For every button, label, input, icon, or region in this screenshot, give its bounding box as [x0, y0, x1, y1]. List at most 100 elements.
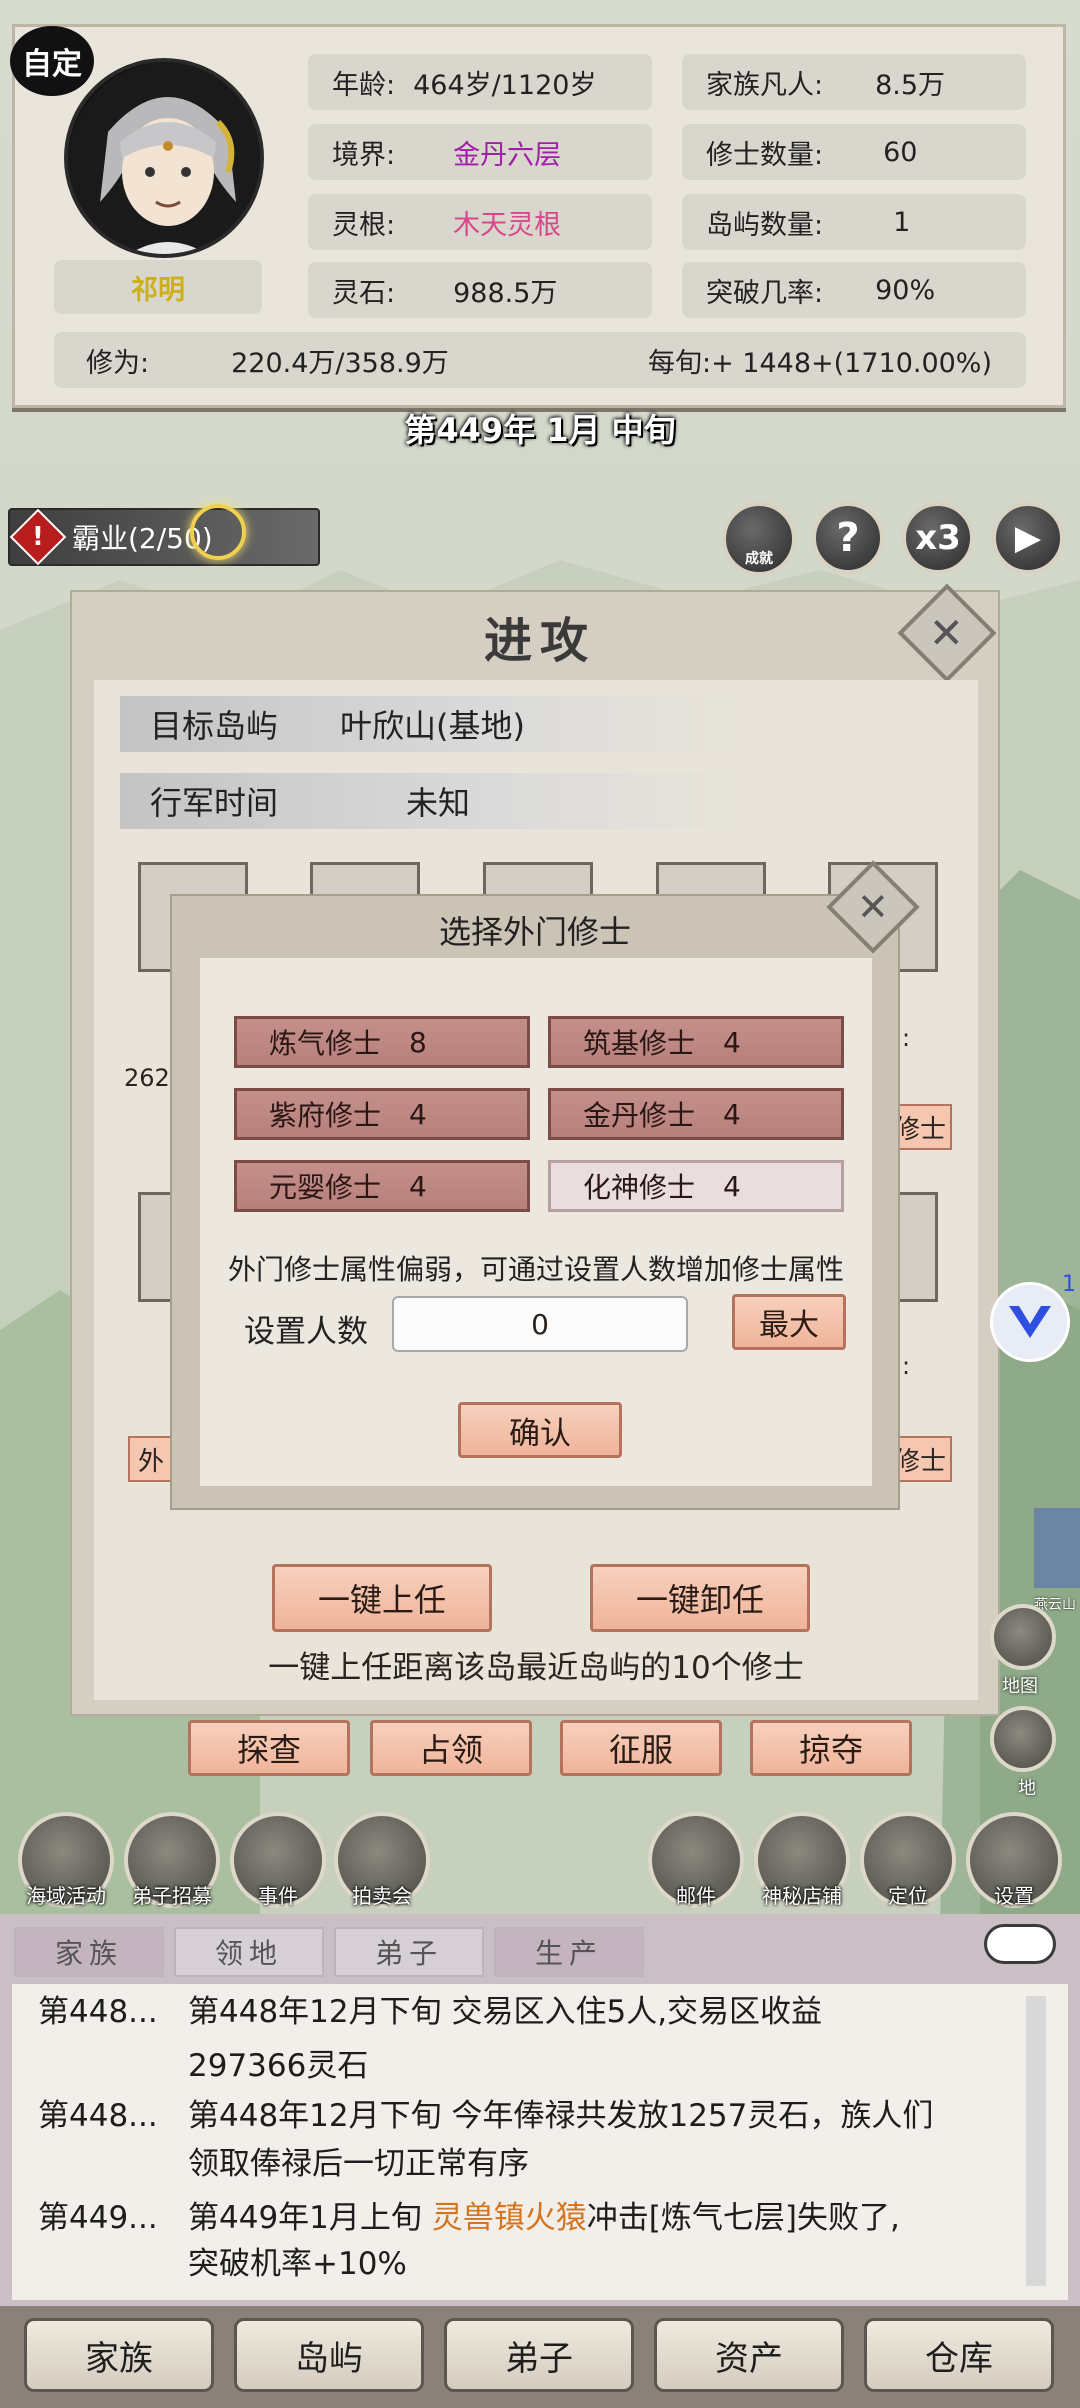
cultivator-zifu[interactable]: 紫府修士 4	[234, 1088, 530, 1140]
tab-production[interactable]: 生产	[494, 1927, 644, 1977]
cultivators-label: 修士数量:	[706, 139, 824, 171]
select-dialog-title: 选择外门修士	[438, 913, 631, 951]
root-cell: 灵根: 木天灵根	[308, 194, 652, 250]
v-logo-icon[interactable]	[990, 1282, 1070, 1362]
nav-islands[interactable]: 岛屿	[234, 2318, 424, 2392]
occupy-button[interactable]: 占领	[370, 1720, 532, 1776]
tab-family[interactable]: 家族	[14, 1927, 164, 1977]
assign-all-button[interactable]: 一键上任	[272, 1564, 492, 1632]
breakthrough-cell: 突破几率: 90%	[682, 262, 1026, 318]
avatar-portrait-icon	[68, 62, 260, 254]
stone-label: 灵石:	[332, 277, 396, 309]
realm-cell: 境界: 金丹六层	[308, 124, 652, 180]
cultivator-count: 4	[723, 1025, 741, 1059]
map-label: 地图	[1002, 1676, 1038, 1697]
pointer-hand-icon	[190, 504, 246, 560]
cultivator-golden-core[interactable]: 金丹修士 4	[548, 1088, 844, 1140]
log-text: 第448年12月下旬 今年俸禄共发放1257灵石，族人们	[188, 2098, 934, 2134]
log-scrollbar[interactable]	[1026, 1996, 1046, 2286]
dismiss-all-button[interactable]: 一键卸任	[590, 1564, 810, 1632]
max-button[interactable]: 最大	[732, 1294, 846, 1350]
cultivator-count: 4	[409, 1169, 427, 1203]
breakthrough-value: 90%	[875, 274, 936, 306]
achievement-button[interactable]: 成就	[722, 502, 796, 576]
log-date: 第449...	[38, 2200, 158, 2236]
march-value: 未知	[406, 784, 471, 822]
family-cell: 家族凡人: 8.5万	[682, 54, 1026, 110]
cultivation-value: 220.4万/358.9万	[231, 347, 449, 379]
scout-button[interactable]: 探查	[188, 1720, 350, 1776]
march-row: 行军时间 未知	[120, 773, 740, 829]
v-icon	[1009, 1306, 1051, 1338]
per-period-value: 每旬:+ 1448+(1710.00%)	[647, 347, 992, 379]
cultivator-qi[interactable]: 炼气修士 8	[234, 1016, 530, 1068]
set-count-label: 设置人数	[244, 1314, 368, 1350]
cultivators-cell: 修士数量: 60	[682, 124, 1026, 180]
log-highlight: 灵兽镇火猿	[431, 2200, 587, 2236]
cultivator-name: 筑基修士	[583, 1027, 696, 1060]
alert-icon: !	[9, 508, 67, 566]
root-value: 木天灵根	[453, 209, 562, 241]
shop-label: 神秘店铺	[762, 1884, 842, 1908]
islands-label: 岛屿数量:	[706, 209, 824, 241]
cultivator-foundation[interactable]: 筑基修士 4	[548, 1016, 844, 1068]
realm-value: 金丹六层	[453, 139, 562, 171]
auction-label: 拍卖会	[352, 1884, 412, 1908]
conquer-button[interactable]: 征服	[560, 1720, 722, 1776]
target-value: 叶欣山(基地)	[340, 707, 525, 745]
nav-disciples[interactable]: 弟子	[444, 2318, 634, 2392]
cultivator-deity[interactable]: 化神修士 4	[548, 1160, 844, 1212]
pagoda-icon	[1034, 1508, 1080, 1588]
quest-bar[interactable]: ! 霸业(2/50)	[8, 508, 320, 566]
confirm-button[interactable]: 确认	[458, 1402, 622, 1458]
tab-disciples[interactable]: 弟子	[334, 1927, 484, 1977]
nav-warehouse[interactable]: 仓库	[864, 2318, 1054, 2392]
islands-value: 1	[893, 206, 911, 238]
close-icon: ✕	[857, 885, 889, 929]
achievement-label: 成就	[745, 551, 773, 567]
log-text-prefix: 第449年1月上旬	[188, 2200, 432, 2236]
partial-text-262: 262	[124, 1064, 170, 1092]
family-label: 家族凡人:	[706, 69, 824, 101]
recruit-label: 弟子招募	[132, 1884, 212, 1908]
stone-cell: 灵石: 988.5万	[308, 262, 652, 318]
cultivator-name: 金丹修士	[583, 1099, 696, 1132]
family-value: 8.5万	[875, 69, 946, 101]
log-text-continued: 领取俸禄后一切正常有序	[188, 2146, 529, 2182]
tab-territory[interactable]: 领地	[174, 1927, 324, 1977]
mail-label: 邮件	[676, 1884, 716, 1908]
play-button[interactable]: ▶	[992, 502, 1064, 574]
cultivators-value: 60	[883, 136, 918, 168]
close-icon: ✕	[929, 608, 965, 658]
player-name: 祁明	[54, 260, 262, 314]
root-label: 灵根:	[332, 209, 396, 241]
age-label: 年龄:	[332, 69, 396, 101]
date-banner: 第449年 1月 中旬	[404, 411, 676, 449]
plunder-button[interactable]: 掠夺	[750, 1720, 912, 1776]
auto-badge[interactable]: 自定	[10, 26, 94, 96]
locate-label: 定位	[888, 1884, 928, 1908]
sea-activity-label: 海域活动	[26, 1884, 106, 1908]
count-input[interactable]: 0	[392, 1296, 688, 1352]
help-button[interactable]: ?	[812, 502, 884, 574]
cultivator-name: 炼气修士	[269, 1027, 382, 1060]
land-icon[interactable]	[990, 1706, 1056, 1772]
assign-hint: 一键上任距离该岛最近岛屿的10个修士	[268, 1650, 804, 1686]
avatar[interactable]	[64, 58, 264, 258]
attack-title: 进攻	[483, 613, 596, 669]
map-location-icon[interactable]	[990, 1604, 1056, 1670]
age-value: 464岁/1120岁	[413, 69, 597, 101]
breakthrough-label: 突破几率:	[706, 277, 824, 309]
cultivator-count: 4	[723, 1097, 741, 1131]
dialog-note: 外门修士属性偏弱，可通过设置人数增加修士属性	[227, 1253, 844, 1286]
cloud-icon[interactable]	[984, 1924, 1056, 1964]
event-label: 事件	[258, 1884, 298, 1908]
speed-button[interactable]: x3	[902, 502, 974, 574]
nav-family[interactable]: 家族	[24, 2318, 214, 2392]
islands-cell: 岛屿数量: 1	[682, 194, 1026, 250]
target-label: 目标岛屿	[150, 707, 279, 745]
cultivator-count: 8	[409, 1025, 427, 1059]
nav-assets[interactable]: 资产	[654, 2318, 844, 2392]
cultivator-nascent-soul[interactable]: 元婴修士 4	[234, 1160, 530, 1212]
partial-colon-2: :	[902, 1352, 911, 1380]
